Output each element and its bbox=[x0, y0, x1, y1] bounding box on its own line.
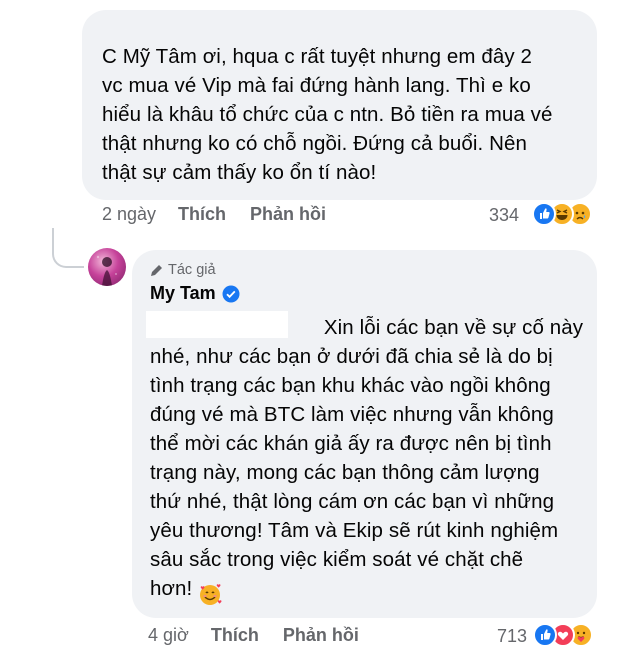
comment-actions: 2 ngày Thích Phản hồi bbox=[102, 204, 326, 225]
smiling-face-with-hearts-icon bbox=[200, 584, 222, 605]
like-button[interactable]: Thích bbox=[211, 625, 259, 646]
author-avatar[interactable] bbox=[88, 248, 126, 286]
pencil-icon bbox=[151, 265, 162, 276]
author-badge-label: Tác giả bbox=[168, 262, 216, 278]
redacted-mention bbox=[146, 311, 288, 338]
comment-time[interactable]: 2 ngày bbox=[102, 204, 156, 225]
comment-text: C Mỹ Tâm ơi, hqua c rất tuyệt nhưng em đ… bbox=[102, 45, 553, 184]
reply-actions: 4 giờ Thích Phản hồi bbox=[148, 625, 359, 646]
reaction-icons[interactable] bbox=[533, 623, 593, 647]
reaction-count[interactable]: 713 bbox=[497, 626, 527, 647]
reply-button[interactable]: Phản hồi bbox=[283, 625, 359, 646]
verified-badge-icon bbox=[222, 285, 240, 302]
author-name-row: My Tam bbox=[150, 283, 240, 304]
reply-text: Xin lỗi các bạn về sự cố này nhé, như cá… bbox=[150, 316, 584, 600]
author-badge: Tác giả bbox=[150, 262, 216, 278]
reaction-icons[interactable] bbox=[532, 202, 592, 226]
reaction-count[interactable]: 334 bbox=[489, 205, 519, 226]
author-name[interactable]: My Tam bbox=[150, 283, 216, 304]
like-icon bbox=[533, 623, 557, 647]
reply-button[interactable]: Phản hồi bbox=[250, 204, 326, 225]
like-icon bbox=[532, 202, 556, 226]
like-button[interactable]: Thích bbox=[178, 204, 226, 225]
reply-time[interactable]: 4 giờ bbox=[148, 625, 189, 646]
thread-connector bbox=[52, 228, 84, 268]
